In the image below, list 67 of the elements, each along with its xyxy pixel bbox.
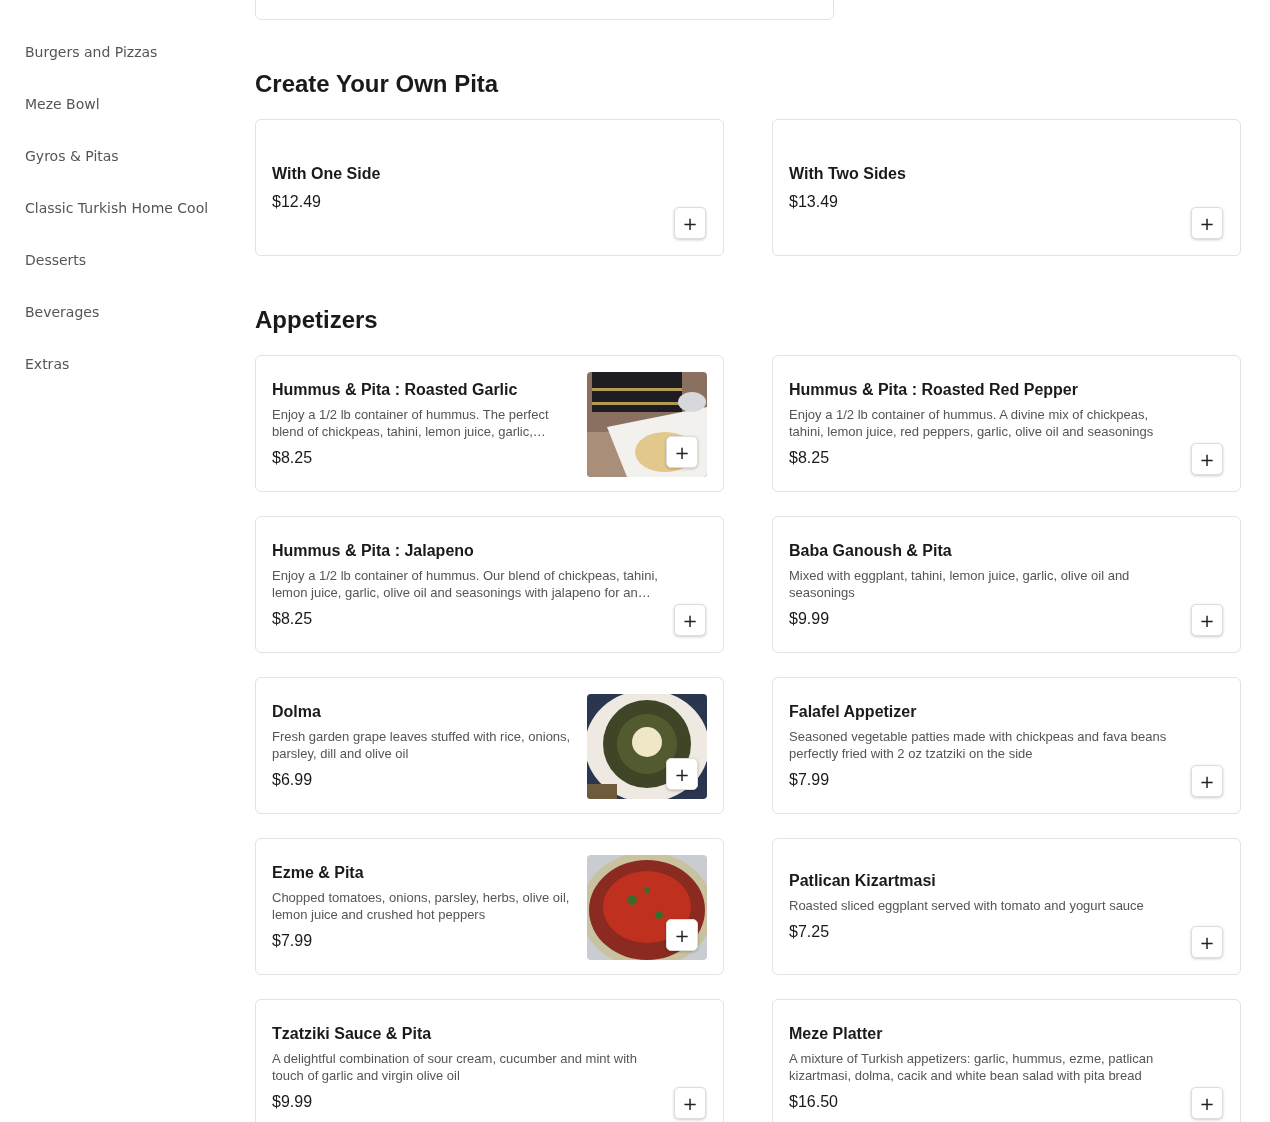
- item-name: With One Side: [272, 163, 382, 184]
- item-price: $9.99: [272, 1091, 314, 1112]
- item-description: Enjoy a 1/2 lb container of hummus. Our blend of chickpeas, tahini, lemon juice, garlic, olive oil and seasonings with jalapeno for an…: [272, 566, 659, 601]
- category-link[interactable]: Burgers and Pizzas: [25, 26, 255, 78]
- item-name: Baba Ganoush & Pita: [789, 540, 953, 561]
- add-button[interactable]: +: [674, 604, 706, 636]
- item-name: Falafel Appetizer: [789, 701, 918, 722]
- item-price: $6.99: [272, 769, 314, 790]
- section-title: Appetizers: [255, 305, 379, 335]
- category-link[interactable]: Beverages: [25, 286, 255, 338]
- menu-card[interactable]: With Two Sides $13.49 +: [772, 119, 1241, 256]
- item-price: $12.49: [272, 191, 322, 212]
- item-name: With Two Sides: [789, 163, 907, 184]
- category-link[interactable]: Gyros & Pitas: [25, 130, 255, 182]
- item-price: $7.99: [272, 930, 314, 951]
- item-description: A delightful combination of sour cream, cucumber and mint with touch of garlic and virgin olive oil: [272, 1049, 638, 1084]
- item-name: Tzatziki Sauce & Pita: [272, 1023, 433, 1044]
- item-description: Enjoy a 1/2 lb container of hummus. The perfect blend of chickpeas, tahini, lemon juice, garlic,…: [272, 405, 550, 440]
- add-button[interactable]: +: [666, 436, 698, 468]
- item-name: Hummus & Pita : Roasted Red Pepper: [789, 379, 1079, 400]
- item-price: $8.25: [789, 447, 831, 468]
- item-price: $8.25: [272, 608, 314, 629]
- item-name: Patlican Kizartmasi: [789, 871, 937, 891]
- item-price: $9.99: [789, 608, 831, 629]
- menu-card[interactable]: Hummus & Pita : Jalapeno Enjoy a 1/2 lb container of hummus. Our blend of chickpeas, tahini, lemon juice, garlic, olive oil and seasonings with jalapeno for an… $8.25 +: [255, 516, 724, 653]
- item-description: Seasoned vegetable patties made with chickpeas and fava beans perfectly fried with 2 oz tzatziki on the side: [789, 727, 1168, 762]
- item-name: Dolma: [272, 701, 322, 722]
- menu-card[interactable]: Dolma Fresh garden grape leaves stuffed with rice, onions, parsley, dill and olive oil $6.99 +: [255, 677, 724, 814]
- category-link[interactable]: Extras: [25, 338, 255, 390]
- add-button[interactable]: +: [1191, 207, 1223, 239]
- add-button[interactable]: +: [1191, 443, 1223, 475]
- item-price: $8.25: [272, 447, 314, 468]
- category-link[interactable]: Desserts: [25, 234, 255, 286]
- menu-card[interactable]: Ezme & Pita Chopped tomatoes, onions, parsley, herbs, olive oil, lemon juice and crushed hot peppers $7.99 +: [255, 838, 724, 975]
- item-name: Hummus & Pita : Roasted Garlic: [272, 379, 519, 400]
- item-name: Ezme & Pita: [272, 862, 365, 883]
- menu-card[interactable]: With One Side $12.49 +: [255, 119, 724, 256]
- item-description: Fresh garden grape leaves stuffed with rice, onions, parsley, dill and olive oil: [272, 727, 572, 762]
- add-button[interactable]: +: [1191, 604, 1223, 636]
- menu-card[interactable]: Tzatziki Sauce & Pita A delightful combination of sour cream, cucumber and mint with touch of garlic and virgin olive oil $9.99 +: [255, 999, 724, 1122]
- item-price: $16.50: [789, 1091, 839, 1112]
- add-button[interactable]: +: [1191, 1087, 1223, 1119]
- menu-card[interactable]: Falafel Appetizer Seasoned vegetable patties made with chickpeas and fava beans perfectly fried with 2 oz tzatziki on the side $7.99 +: [772, 677, 1241, 814]
- menu-card[interactable]: Meze Platter A mixture of Turkish appetizers: garlic, hummus, ezme, patlican kizartmasi, dolma, cacik and white bean salad with pita bread $16.50 +: [772, 999, 1241, 1122]
- item-price: $7.25: [789, 922, 831, 942]
- item-name: Meze Platter: [789, 1023, 884, 1044]
- menu-card[interactable]: Patlican Kizartmasi Roasted sliced eggplant served with tomato and yogurt sauce $7.25 +: [772, 838, 1241, 975]
- menu-card[interactable]: Baba Ganoush & Pita Mixed with eggplant, tahini, lemon juice, garlic, olive oil and seasonings $9.99 +: [772, 516, 1241, 653]
- add-button[interactable]: +: [666, 919, 698, 951]
- category-link[interactable]: Meze Bowl: [25, 78, 255, 130]
- item-description: Mixed with eggplant, tahini, lemon juice, garlic, olive oil and seasonings: [789, 566, 1131, 601]
- menu-card[interactable]: Hummus & Pita : Roasted Red Pepper Enjoy a 1/2 lb container of hummus. A divine mix of chickpeas, tahini, lemon juice, red peppers, garlic, olive oil and seasonings $8.25 +: [772, 355, 1241, 492]
- item-description: Enjoy a 1/2 lb container of hummus. A divine mix of chickpeas, tahini, lemon juice, red peppers, garlic, olive oil and seasonings: [789, 405, 1155, 440]
- menu-card[interactable]: Hummus & Pita : Roasted Garlic Enjoy a 1/2 lb container of hummus. The perfect blend of chickpeas, tahini, lemon juice, garlic,… $8.25 +: [255, 355, 724, 492]
- item-description: Chopped tomatoes, onions, parsley, herbs, olive oil, lemon juice and crushed hot peppers: [272, 888, 571, 923]
- add-button[interactable]: +: [674, 207, 706, 239]
- item-price: $7.99: [789, 769, 831, 790]
- item-price: $13.49: [789, 191, 839, 212]
- item-description: Roasted sliced eggplant served with tomato and yogurt sauce: [789, 897, 1145, 914]
- item-name: Hummus & Pita : Jalapeno: [272, 540, 475, 561]
- add-button[interactable]: +: [666, 758, 698, 790]
- add-button[interactable]: +: [1191, 765, 1223, 797]
- add-button[interactable]: +: [1191, 926, 1223, 958]
- category-link[interactable]: Classic Turkish Home Cool: [25, 182, 255, 234]
- add-button[interactable]: +: [674, 1087, 706, 1119]
- item-description: A mixture of Turkish appetizers: garlic, hummus, ezme, patlican kizartmasi, dolma, cacik and white bean salad with pita bread: [789, 1049, 1155, 1084]
- section-title: Create Your Own Pita: [255, 69, 500, 99]
